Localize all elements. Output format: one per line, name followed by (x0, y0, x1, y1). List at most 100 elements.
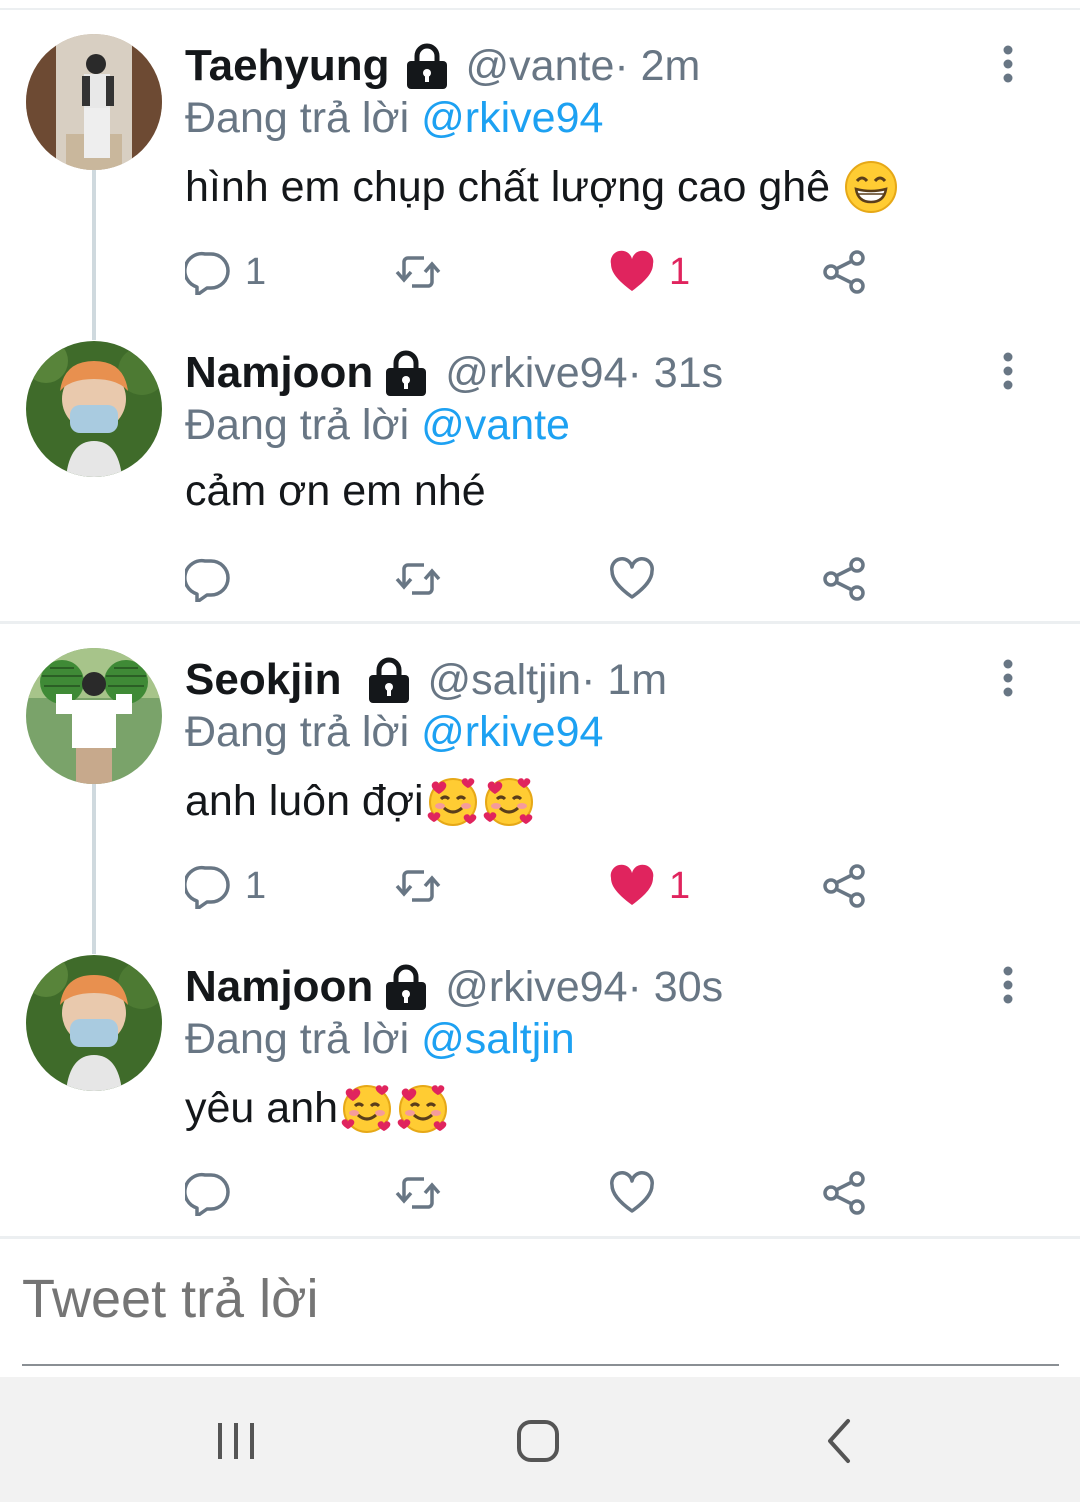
replying-to-label: Đang trả lời (185, 401, 422, 449)
tweet-text: yêu anh (185, 1081, 450, 1135)
reply-button[interactable]: 1 (185, 854, 266, 918)
display-name[interactable]: Taehyung (185, 41, 390, 91)
more-options-icon[interactable] (990, 351, 1026, 391)
tweet-actions: 1 1 (185, 854, 905, 918)
share-icon (823, 1171, 865, 1215)
smiling-face-with-hearts-emoji (482, 774, 536, 828)
replying-to-label: Đang trả lời (185, 1015, 422, 1063)
share-icon (823, 557, 865, 601)
smiling-face-with-hearts-emoji (426, 774, 480, 828)
home-icon[interactable] (508, 1411, 568, 1471)
smiling-face-with-hearts-emoji (396, 1081, 450, 1135)
share-icon (823, 250, 865, 294)
user-handle: @rkive94 (445, 348, 628, 397)
heart-outline-icon (610, 557, 654, 599)
retweet-icon (395, 1177, 441, 1209)
compose-divider (0, 1236, 1080, 1239)
tweet-actions: 1 1 (185, 240, 905, 304)
back-icon[interactable] (810, 1411, 870, 1471)
share-button[interactable] (821, 1161, 867, 1225)
mention-link[interactable]: @vante (421, 401, 570, 449)
share-icon (823, 864, 865, 908)
tweet-text-content: cảm ơn em nhé (185, 467, 486, 515)
input-underline (22, 1364, 1059, 1366)
tweet-text: anh luôn đợi (185, 774, 536, 828)
tweet-header: Taehyung @vante · 2m (185, 36, 700, 96)
user-handle: @vante (465, 41, 615, 90)
timestamp: · 2m (614, 41, 701, 90)
mention-link[interactable]: @saltjin (421, 1015, 575, 1063)
timestamp: · 1m (581, 655, 668, 704)
retweet-icon (395, 256, 441, 288)
display-name[interactable]: Seokjin (185, 655, 342, 705)
retweet-icon (395, 563, 441, 595)
like-button[interactable] (609, 547, 669, 611)
more-options-icon[interactable] (990, 44, 1026, 84)
replying-to: Đang trả lời @rkive94 (185, 94, 603, 143)
avatar[interactable] (26, 955, 162, 1091)
reply-button[interactable] (185, 547, 245, 611)
avatar[interactable] (26, 34, 162, 170)
tweet-header: Namjoon @rkive94 · 30s (185, 957, 723, 1017)
tweet[interactable]: Seokjin @saltjin · 1m Đang trả lời @rkiv… (0, 614, 1080, 921)
share-button[interactable] (821, 854, 867, 918)
tweet-text-content: yêu anh (185, 1083, 339, 1132)
tweet-text-content: hình em chụp chất lượng cao ghê (185, 162, 831, 211)
retweet-icon (395, 870, 441, 902)
tweet-text: cảm ơn em nhé (185, 467, 486, 516)
lock-icon (366, 655, 412, 705)
recent-apps-icon[interactable] (206, 1411, 266, 1471)
tweet[interactable]: Namjoon @rkive94 · 31s Đang trả lời @van… (0, 307, 1080, 614)
mention-link[interactable]: @rkive94 (421, 94, 603, 142)
user-handle: @saltjin (427, 655, 582, 704)
tweet-actions (185, 1161, 905, 1225)
user-handle: @rkive94 (445, 962, 628, 1011)
retweet-button[interactable] (395, 547, 441, 611)
replying-to-label: Đang trả lời (185, 94, 422, 142)
share-button[interactable] (821, 547, 867, 611)
reply-count: 1 (245, 250, 267, 293)
replying-to: Đang trả lời @rkive94 (185, 708, 603, 757)
like-count: 1 (669, 250, 691, 293)
tweet-text-content: anh luôn đợi (185, 776, 424, 825)
lock-icon (383, 962, 429, 1012)
reply-icon (185, 865, 230, 909)
tweet-header: Seokjin @saltjin · 1m (185, 650, 667, 710)
more-options-icon[interactable] (990, 658, 1026, 698)
tweet[interactable]: Taehyung @vante · 2m Đang trả lời @rkive… (0, 0, 1080, 307)
like-button[interactable] (609, 1161, 669, 1225)
reply-icon (185, 558, 230, 602)
retweet-button[interactable] (395, 1161, 441, 1225)
reply-button[interactable] (185, 1161, 245, 1225)
reply-icon (185, 251, 230, 295)
more-options-icon[interactable] (990, 965, 1026, 1005)
tweet-header: Namjoon @rkive94 · 31s (185, 343, 723, 403)
tweet-actions (185, 547, 905, 611)
like-button[interactable]: 1 (609, 854, 690, 918)
smiling-face-with-hearts-emoji (340, 1081, 394, 1135)
grinning-face-emoji (844, 160, 898, 214)
retweet-button[interactable] (395, 854, 441, 918)
heart-filled-icon (610, 250, 654, 291)
tweet[interactable]: Namjoon @rkive94 · 30s Đang trả lời @sal… (0, 921, 1080, 1228)
replying-to-label: Đang trả lời (185, 708, 422, 756)
system-navigation-bar (0, 1377, 1080, 1502)
display-name[interactable]: Namjoon (185, 348, 373, 398)
reply-button[interactable]: 1 (185, 240, 266, 304)
heart-filled-icon (610, 864, 654, 905)
reply-input[interactable] (22, 1268, 1058, 1330)
retweet-button[interactable] (395, 240, 441, 304)
lock-icon (404, 41, 450, 91)
like-count: 1 (669, 864, 691, 907)
like-button[interactable]: 1 (609, 240, 690, 304)
avatar[interactable] (26, 648, 162, 784)
reply-count: 1 (245, 864, 267, 907)
heart-outline-icon (610, 1171, 654, 1213)
display-name[interactable]: Namjoon (185, 962, 373, 1012)
tweet-text: hình em chụp chất lượng cao ghê (185, 160, 898, 214)
share-button[interactable] (821, 240, 867, 304)
mention-link[interactable]: @rkive94 (421, 708, 603, 756)
replying-to: Đang trả lời @vante (185, 401, 570, 450)
reply-icon (185, 1172, 230, 1216)
avatar[interactable] (26, 341, 162, 477)
